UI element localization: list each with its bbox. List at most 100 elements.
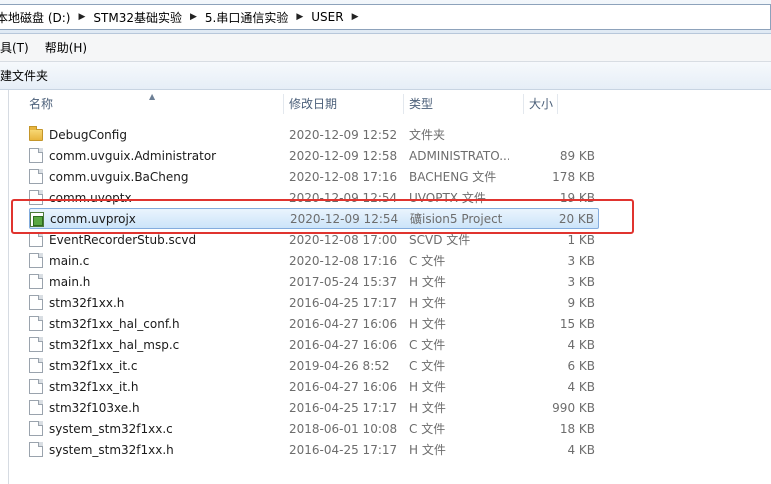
file-row[interactable]: stm32f1xx_hal_msp.c 2016-04-27 16:06 C 文…	[29, 334, 599, 355]
file-date: 2020-12-09 12:54	[290, 211, 399, 226]
file-size: 19 KB	[559, 190, 595, 205]
file-name: main.h	[49, 274, 91, 289]
file-row[interactable]: system_stm32f1xx.h 2016-04-25 17:17 H 文件…	[29, 439, 599, 460]
file-type: H 文件	[409, 296, 446, 310]
menu-help[interactable]: 帮助(H)	[45, 39, 95, 56]
file-icon	[29, 379, 43, 394]
new-folder-button[interactable]: 新建文件夹	[0, 67, 48, 84]
file-name: system_stm32f1xx.h	[49, 442, 174, 457]
file-size: 3 KB	[567, 274, 595, 289]
column-size[interactable]: 大小	[523, 90, 553, 118]
breadcrumb-drive[interactable]: 本地磁盘 (D:)	[0, 5, 72, 29]
file-name: stm32f103xe.h	[49, 400, 140, 415]
file-date: 2020-12-08 17:00	[289, 232, 398, 247]
chevron-right-icon[interactable]: ▶	[72, 12, 91, 22]
file-type: C 文件	[409, 338, 446, 352]
file-size: 4 KB	[567, 379, 595, 394]
file-date: 2020-12-09 12:58	[289, 148, 398, 163]
file-icon	[29, 400, 43, 415]
file-icon	[29, 232, 43, 247]
file-date: 2016-04-27 16:06	[289, 337, 398, 352]
file-row[interactable]: stm32f1xx.h 2016-04-25 17:17 H 文件 9 KB	[29, 292, 599, 313]
file-name: DebugConfig	[49, 127, 127, 142]
chevron-right-icon[interactable]: ▶	[290, 12, 309, 22]
address-bar: 本地磁盘 (D:) ▶ STM32基础实验 ▶ 5.串口通信实验 ▶ USER …	[0, 0, 771, 34]
file-type: C 文件	[409, 422, 446, 436]
column-divider[interactable]	[557, 94, 558, 114]
file-row[interactable]: stm32f103xe.h 2016-04-25 17:17 H 文件 990 …	[29, 397, 599, 418]
column-date[interactable]: 修改日期	[283, 90, 337, 118]
file-type: ADMINISTRATO...	[409, 148, 509, 163]
file-date: 2020-12-09 12:54	[289, 190, 398, 205]
chevron-right-icon[interactable]: ▶	[346, 12, 365, 22]
file-size: 89 KB	[559, 148, 595, 163]
file-date: 2016-04-25 17:17	[289, 442, 398, 457]
sort-ascending-icon: ▲	[149, 92, 156, 101]
file-icon	[29, 169, 43, 184]
file-type: H 文件	[409, 401, 446, 415]
file-size: 4 KB	[567, 442, 595, 457]
breadcrumb-stm32-basic[interactable]: STM32基础实验	[91, 5, 184, 29]
file-name: stm32f1xx.h	[49, 295, 125, 310]
file-name: comm.uvguix.Administrator	[49, 148, 217, 163]
file-icon	[29, 253, 43, 268]
file-date: 2020-12-08 17:16	[289, 169, 398, 184]
column-name[interactable]: 名称	[23, 90, 53, 118]
file-row[interactable]: system_stm32f1xx.c 2018-06-01 10:08 C 文件…	[29, 418, 599, 439]
file-name: main.c	[49, 253, 90, 268]
file-row-selected[interactable]: comm.uvprojx 2020-12-09 12:54 礦ision5 Pr…	[29, 208, 599, 229]
menu-tools[interactable]: 工具(T)	[0, 39, 37, 56]
menu-bar: 工具(T) 帮助(H)	[0, 34, 771, 62]
file-type: C 文件	[409, 359, 446, 373]
file-name: stm32f1xx_hal_msp.c	[49, 337, 180, 352]
file-date: 2016-04-27 16:06	[289, 316, 398, 331]
toolbar: 新建文件夹	[0, 62, 771, 90]
file-date: 2016-04-25 17:17	[289, 295, 398, 310]
file-row[interactable]: comm.uvoptx 2020-12-09 12:54 UVOPTX 文件 1…	[29, 187, 599, 208]
file-size: 4 KB	[567, 337, 595, 352]
file-row[interactable]: main.h 2017-05-24 15:37 H 文件 3 KB	[29, 271, 599, 292]
file-row[interactable]: main.c 2020-12-08 17:16 C 文件 3 KB	[29, 250, 599, 271]
file-type: H 文件	[409, 443, 446, 457]
column-header: ▲ 名称 修改日期 类型 大小	[9, 90, 771, 118]
file-icon	[29, 421, 43, 436]
file-type: 礦ision5 Project	[410, 212, 503, 226]
file-size: 990 KB	[552, 400, 595, 415]
file-size: 15 KB	[559, 316, 595, 331]
file-type: UVOPTX 文件	[409, 191, 486, 205]
file-icon	[29, 358, 43, 373]
file-name: comm.uvoptx	[49, 190, 132, 205]
file-row[interactable]: stm32f1xx_hal_conf.h 2016-04-27 16:06 H …	[29, 313, 599, 334]
file-row[interactable]: comm.uvguix.BaCheng 2020-12-08 17:16 BAC…	[29, 166, 599, 187]
column-type[interactable]: 类型	[403, 90, 433, 118]
breadcrumb-user[interactable]: USER	[309, 5, 345, 29]
file-size: 20 KB	[558, 211, 594, 226]
file-size: 3 KB	[567, 253, 595, 268]
file-name: system_stm32f1xx.c	[49, 421, 173, 436]
file-date: 2016-04-27 16:06	[289, 379, 398, 394]
file-date: 2020-12-09 12:52	[289, 127, 398, 142]
breadcrumb-uart-experiment[interactable]: 5.串口通信实验	[203, 5, 290, 29]
file-name: comm.uvprojx	[50, 211, 136, 226]
file-row[interactable]: comm.uvguix.Administrator 2020-12-09 12:…	[29, 145, 599, 166]
file-type: 文件夹	[409, 128, 446, 142]
breadcrumb[interactable]: 本地磁盘 (D:) ▶ STM32基础实验 ▶ 5.串口通信实验 ▶ USER …	[0, 4, 771, 30]
file-type: BACHENG 文件	[409, 170, 497, 184]
file-name: stm32f1xx_it.c	[49, 358, 138, 373]
file-row[interactable]: DebugConfig 2020-12-09 12:52 文件夹	[29, 124, 599, 145]
file-size: 18 KB	[559, 421, 595, 436]
file-row[interactable]: stm32f1xx_it.h 2016-04-27 16:06 H 文件 4 K…	[29, 376, 599, 397]
chevron-right-icon[interactable]: ▶	[184, 12, 203, 22]
file-size: 9 KB	[567, 295, 595, 310]
file-name: EventRecorderStub.scvd	[49, 232, 197, 247]
folder-icon	[29, 126, 43, 141]
file-date: 2018-06-01 10:08	[289, 421, 398, 436]
file-name: comm.uvguix.BaCheng	[49, 169, 189, 184]
file-list: ▲ 名称 修改日期 类型 大小 DebugConfig 2020-12-09 1…	[8, 90, 771, 484]
file-icon	[29, 148, 43, 163]
file-row[interactable]: EventRecorderStub.scvd 2020-12-08 17:00 …	[29, 229, 599, 250]
file-size: 178 KB	[552, 169, 595, 184]
file-row[interactable]: stm32f1xx_it.c 2019-04-26 8:52 C 文件 6 KB	[29, 355, 599, 376]
file-icon	[29, 190, 43, 205]
file-date: 2016-04-25 17:17	[289, 400, 398, 415]
